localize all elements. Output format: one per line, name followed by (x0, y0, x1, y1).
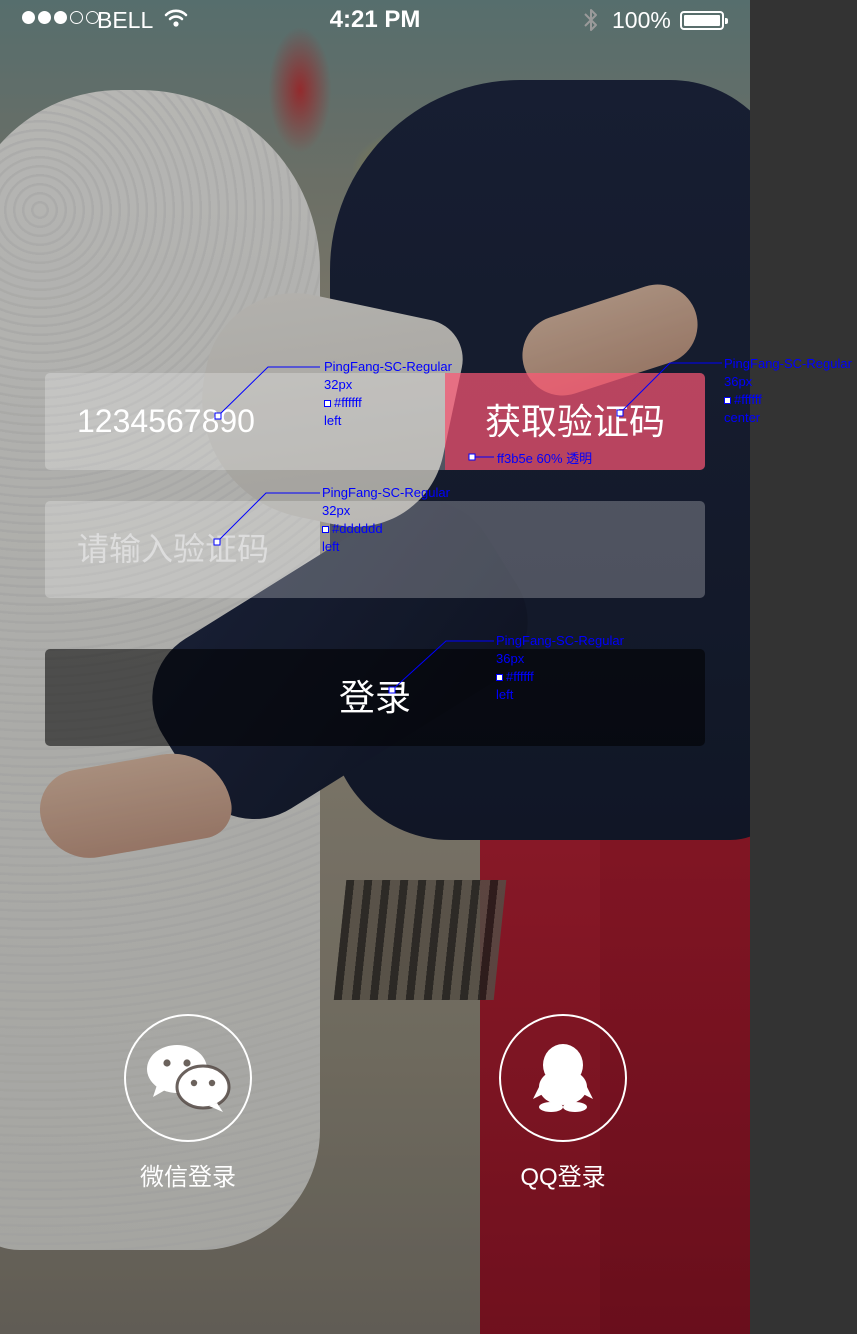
annotation-size: 32px (324, 377, 353, 392)
annotation-code-button: PingFang-SC-Regular 36px #ffffff center (724, 355, 852, 427)
annotation-font: PingFang-SC-Regular (496, 633, 624, 648)
annotation-color-row: #ffffff (324, 394, 452, 412)
qq-login-label: QQ登录 (520, 1164, 606, 1191)
annotation-color-row: #dddddd (322, 520, 450, 538)
annotation-size: 36px (496, 651, 525, 666)
wechat-icon (147, 1045, 231, 1112)
annotation-size: 36px (724, 374, 753, 389)
annotation-code-field: PingFang-SC-Regular 32px #dddddd left (322, 484, 450, 556)
annotation-color: #ffffff (506, 669, 534, 684)
annotation-align: left (324, 413, 342, 428)
annotation-phone-field: PingFang-SC-Regular 32px #ffffff left (324, 358, 452, 430)
annotation-align: left (496, 687, 514, 702)
annotation-align: center (724, 410, 761, 425)
battery-icon (680, 11, 728, 30)
annotation-align: left (322, 539, 340, 554)
annotation-color: #ffffff (734, 392, 762, 407)
annotation-font: PingFang-SC-Regular (724, 356, 852, 371)
annotation-font: PingFang-SC-Regular (322, 485, 450, 500)
annotation-font: PingFang-SC-Regular (324, 359, 452, 374)
annotation-code-button-bg: ff3b5e 60% 透明 (497, 450, 592, 468)
annotation-color: #dddddd (332, 521, 383, 536)
qq-login-button[interactable] (499, 1014, 627, 1142)
color-swatch (496, 674, 503, 681)
annotation-color-row: #ffffff (724, 391, 852, 409)
annotation-color: #ffffff (334, 395, 362, 410)
wechat-login-button[interactable] (124, 1014, 252, 1142)
annotation-size: 32px (322, 503, 351, 518)
annotation-color-row: #ffffff (496, 668, 624, 686)
bluetooth-icon (584, 9, 597, 31)
status-bar: BELL 4:21 PM 100% (0, 0, 750, 40)
annotation-login-button: PingFang-SC-Regular 36px #ffffff left (496, 632, 624, 704)
login-screen: BELL 4:21 PM 100% 获取验证码 登录 (0, 0, 750, 1334)
battery-percentage: 100% (612, 7, 671, 33)
color-swatch (322, 526, 329, 533)
color-swatch (724, 397, 731, 404)
annotation-background: ff3b5e 60% 透明 (497, 451, 593, 466)
qq-icon (533, 1044, 593, 1112)
wechat-login-label: 微信登录 (140, 1164, 236, 1191)
canvas-side-panel (750, 0, 857, 1334)
color-swatch (324, 400, 331, 407)
